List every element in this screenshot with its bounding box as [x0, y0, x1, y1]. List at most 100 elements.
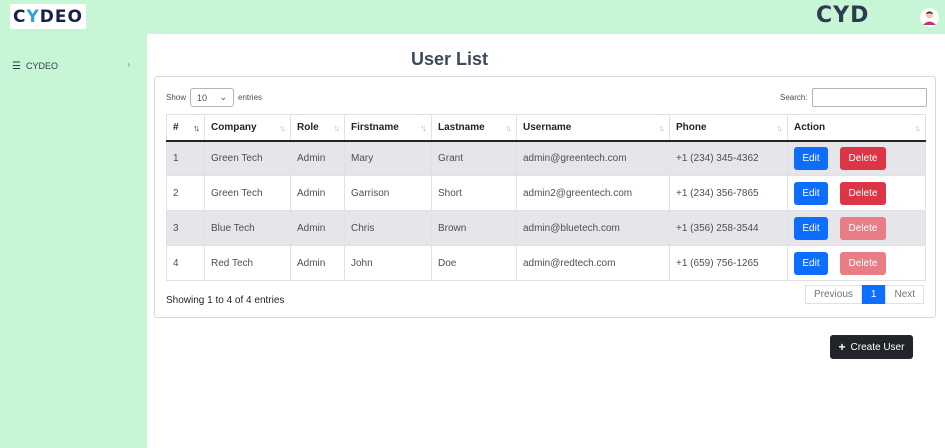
cell-action: Edit Delete [787, 245, 926, 281]
cell-lastname: Doe [431, 245, 517, 281]
cell-firstname: Mary [344, 140, 432, 176]
chevron-down-icon: ⌄ [219, 92, 228, 102]
entries-value: 10 [197, 92, 208, 103]
cell-action: Edit Delete [787, 175, 926, 211]
cell-role: Admin [290, 175, 345, 211]
entries-length-control: Show 10 ⌄ entries [166, 88, 262, 107]
cell-lastname: Short [431, 175, 517, 211]
column-label: Company [211, 121, 257, 133]
table-row: 4 Red Tech Admin John Doe admin@redtech.… [166, 245, 926, 281]
delete-button-disabled[interactable]: Delete [840, 251, 886, 275]
column-label: Username [523, 121, 572, 133]
cell-username: admin@redtech.com [516, 245, 670, 281]
cell-phone: +1 (234) 356-7865 [669, 175, 788, 211]
cell-action: Edit Delete [787, 210, 926, 246]
delete-button[interactable]: Delete [840, 146, 886, 170]
logo-letter-y: Y [26, 6, 40, 27]
cell-company: Green Tech [204, 140, 291, 176]
sidebar: ☰ CYDEO › [0, 34, 147, 448]
search-input[interactable] [811, 88, 927, 107]
cell-username: admin@bluetech.com [516, 210, 670, 246]
user-avatar-icon[interactable] [920, 8, 939, 27]
column-label: # [173, 121, 179, 133]
cell-role: Admin [290, 245, 345, 281]
column-header-company[interactable]: Company ↑↓ [204, 114, 291, 142]
entries-label: entries [238, 93, 263, 102]
sort-icon: ↑↓ [658, 123, 665, 133]
table-row: 3 Blue Tech Admin Chris Brown admin@blue… [166, 210, 926, 246]
cell-phone: +1 (234) 345-4362 [669, 140, 788, 176]
entries-select[interactable]: 10 ⌄ [190, 88, 235, 107]
cell-firstname: Chris [344, 210, 432, 246]
sort-icon: ↑↓ [914, 123, 921, 133]
table-row: 2 Green Tech Admin Garrison Short admin2… [166, 175, 926, 211]
column-label: Firstname [351, 121, 399, 133]
edit-button[interactable]: Edit [794, 146, 828, 170]
sort-icon: ↑↓ [333, 123, 340, 133]
sort-icon: ↑↓ [505, 123, 512, 133]
column-header-phone[interactable]: Phone ↑↓ [669, 114, 788, 142]
cell-firstname: John [344, 245, 432, 281]
cell-lastname: Brown [431, 210, 517, 246]
cydeo-logo[interactable]: C Y DEO [10, 4, 86, 29]
edit-button[interactable]: Edit [794, 251, 828, 275]
pagination-page-1[interactable]: 1 [861, 285, 886, 304]
cell-number: 4 [166, 245, 205, 281]
top-navbar: C Y DEO CYD [0, 0, 945, 34]
cell-number: 2 [166, 175, 205, 211]
table-row: 1 Green Tech Admin Mary Grant admin@gree… [166, 140, 926, 176]
cell-username: admin2@greentech.com [516, 175, 670, 211]
delete-button[interactable]: Delete [840, 181, 886, 205]
cell-phone: +1 (356) 258-3544 [669, 210, 788, 246]
cell-action: Edit Delete [787, 140, 926, 176]
search-control: Search: [780, 88, 927, 107]
brand-text: CYD [816, 3, 870, 28]
logo-letter-c: C [13, 6, 27, 27]
table-info: Showing 1 to 4 of 4 entries [166, 295, 285, 306]
sidebar-item-label: CYDEO [25, 61, 58, 71]
cell-company: Red Tech [204, 245, 291, 281]
sort-icon: ↑↓ [420, 123, 427, 133]
search-label: Search: [780, 93, 808, 102]
column-header-firstname[interactable]: Firstname ↑↓ [344, 114, 432, 142]
column-label: Lastname [438, 121, 485, 133]
pagination-next[interactable]: Next [885, 285, 925, 304]
user-table-card: Show 10 ⌄ entries Search: # ↑↓ Company ↑↓ … [154, 76, 936, 318]
column-header-number[interactable]: # ↑↓ [166, 114, 205, 142]
page-title: User List [411, 49, 489, 69]
list-icon: ☰ [12, 60, 21, 72]
cell-number: 1 [166, 140, 205, 176]
cell-number: 3 [166, 210, 205, 246]
cell-role: Admin [290, 140, 345, 176]
column-label: Action [794, 121, 826, 133]
cell-company: Green Tech [204, 175, 291, 211]
create-user-label: Create User [850, 341, 905, 353]
column-label: Phone [676, 121, 707, 133]
pagination-previous[interactable]: Previous [805, 285, 862, 304]
cell-phone: +1 (659) 756-1265 [669, 245, 788, 281]
column-header-lastname[interactable]: Lastname ↑↓ [431, 114, 517, 142]
logo-letters-deo: DEO [39, 6, 83, 27]
cell-company: Blue Tech [204, 210, 291, 246]
column-header-role[interactable]: Role ↑↓ [290, 114, 345, 142]
pagination: Previous 1 Next [805, 285, 925, 304]
sort-icon: ↑↓ [279, 123, 286, 133]
table-header-row: # ↑↓ Company ↑↓ Role ↑↓ Firstname ↑↓ Lastnam… [166, 114, 926, 142]
plus-icon: + [838, 340, 846, 354]
cell-lastname: Grant [431, 140, 517, 176]
sort-asc-icon: ↑↓ [193, 123, 200, 133]
delete-button-disabled[interactable]: Delete [840, 216, 886, 240]
edit-button[interactable]: Edit [794, 216, 828, 240]
edit-button[interactable]: Edit [794, 181, 828, 205]
sort-icon: ↑↓ [776, 123, 783, 133]
cell-username: admin@greentech.com [516, 140, 670, 176]
sidebar-item-cydeo[interactable]: ☰ CYDEO › [12, 60, 130, 72]
cell-firstname: Garrison [344, 175, 432, 211]
user-table: # ↑↓ Company ↑↓ Role ↑↓ Firstname ↑↓ Lastnam… [166, 114, 926, 281]
chevron-right-icon: › [127, 60, 130, 69]
show-label: Show [166, 93, 187, 102]
column-label: Role [297, 121, 319, 133]
column-header-action[interactable]: Action ↑↓ [787, 114, 926, 142]
column-header-username[interactable]: Username ↑↓ [516, 114, 670, 142]
create-user-button[interactable]: + Create User [830, 335, 913, 359]
